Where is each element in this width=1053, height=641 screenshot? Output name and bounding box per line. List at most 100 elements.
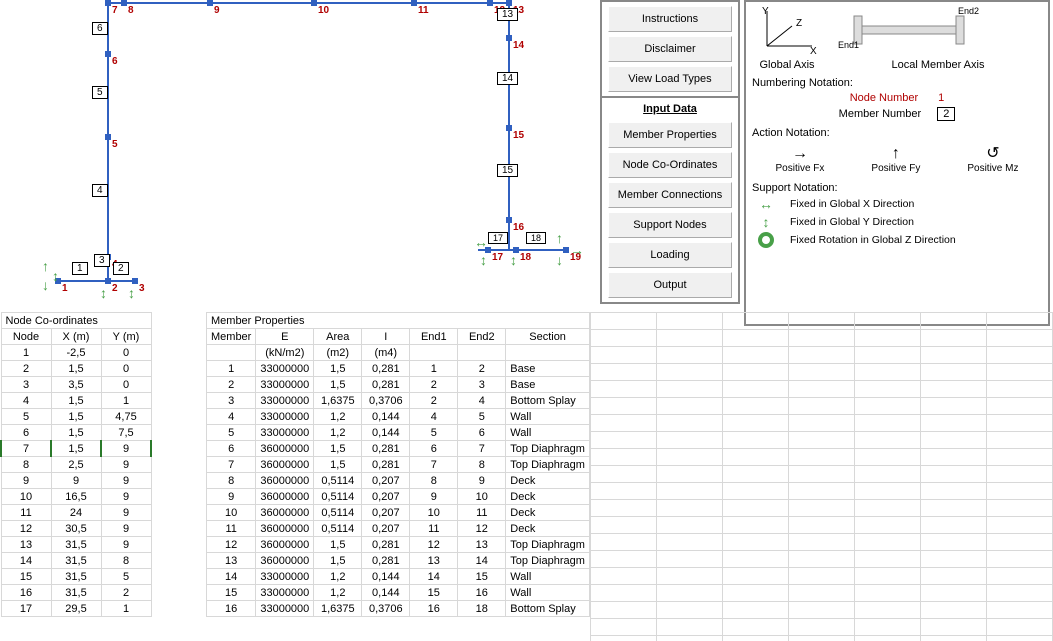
col-header: Node: [1, 329, 51, 345]
support-icon: ↓: [556, 252, 563, 268]
support-icon: ↑: [42, 258, 49, 274]
diagram-node: [207, 0, 213, 6]
diagram-node-label: 16: [513, 222, 524, 233]
table-row[interactable]: 1016,59: [1, 489, 151, 505]
table-row[interactable]: 1331,59: [1, 537, 151, 553]
table-row[interactable]: 13360000001,50,2811314Top Diaphragm: [207, 553, 590, 569]
table-row[interactable]: 999: [1, 473, 151, 489]
fixed-x-icon: ↔: [752, 196, 780, 212]
col-subheader: (kN/m2): [256, 345, 314, 361]
positive-fy-icon: ↑ Positive Fy: [871, 145, 920, 174]
table-row[interactable]: 11360000000,51140,2071112Deck: [207, 521, 590, 537]
diagram-member-label: 4: [92, 184, 108, 197]
diagram-member-label: 1: [72, 262, 88, 275]
table-row[interactable]: 21,50: [1, 361, 151, 377]
table-row[interactable]: 51,54,75: [1, 409, 151, 425]
diagram-node: [506, 0, 512, 6]
support-icon: ↑: [556, 230, 563, 246]
fixed-x-label: Fixed in Global X Direction: [790, 198, 914, 210]
table-row[interactable]: 4330000001,20,14445Wall: [207, 409, 590, 425]
diagram-member-label: 3: [94, 254, 110, 267]
node-table-title: Node Co-ordinates: [1, 313, 151, 329]
table-row[interactable]: 1531,55: [1, 569, 151, 585]
col-header: End1: [410, 329, 458, 345]
table-row[interactable]: 6360000001,50,28167Top Diaphragm: [207, 441, 590, 457]
diagram-node-label: 1: [62, 283, 68, 294]
member-table-title: Member Properties: [207, 313, 590, 329]
col-subheader: [506, 345, 590, 361]
table-row[interactable]: 1631,52: [1, 585, 151, 601]
member-properties-table[interactable]: Member Properties MemberEAreaIEnd1End2Se…: [206, 312, 590, 617]
instructions-button[interactable]: Instructions: [608, 6, 732, 32]
action-notation-label: Action Notation:: [752, 127, 1042, 139]
support-icon: ↔: [474, 234, 488, 250]
diagram-node-label: 9: [214, 5, 220, 16]
diagram-node: [311, 0, 317, 6]
support-icon: ↕: [480, 252, 487, 268]
global-axis-icon: Y Z X: [752, 6, 822, 56]
table-row[interactable]: 1431,58: [1, 553, 151, 569]
diagram-node-label: 14: [513, 40, 524, 51]
node-coordinates-button[interactable]: Node Co-Ordinates: [608, 152, 732, 178]
diagram-member-label: 6: [92, 22, 108, 35]
table-row[interactable]: 5330000001,20,14456Wall: [207, 425, 590, 441]
positive-mz-icon: ↺ Positive Mz: [967, 143, 1018, 174]
spreadsheet-grid[interactable]: [590, 312, 1053, 641]
node-number-label: Node Number: [850, 92, 918, 104]
diagram-node: [506, 217, 512, 223]
svg-text:Y: Y: [762, 6, 769, 17]
diagram-node-label: 11: [418, 5, 429, 16]
diagram-node: [121, 0, 127, 6]
support-icon: ↕: [100, 285, 107, 301]
support-icon: ↓: [42, 277, 49, 293]
col-subheader: (m4): [362, 345, 410, 361]
table-row[interactable]: 1-2,50: [1, 345, 151, 361]
table-row[interactable]: 71,59: [1, 441, 151, 457]
loading-button[interactable]: Loading: [608, 242, 732, 268]
member-connections-button[interactable]: Member Connections: [608, 182, 732, 208]
col-header: I: [362, 329, 410, 345]
diagram-member-label: 18: [526, 232, 546, 244]
diagram-member-label: 13: [497, 8, 518, 21]
node-coordinates-table[interactable]: Node Co-ordinates NodeX (m)Y (m) 1-2,502…: [0, 312, 152, 617]
table-row[interactable]: 12360000001,50,2811213Top Diaphragm: [207, 537, 590, 553]
table-row[interactable]: 14330000001,20,1441415Wall: [207, 569, 590, 585]
member-properties-button[interactable]: Member Properties: [608, 122, 732, 148]
output-button[interactable]: Output: [608, 272, 732, 298]
diagram-node: [487, 0, 493, 6]
table-row[interactable]: 33,50: [1, 377, 151, 393]
support-notation-label: Support Notation:: [752, 182, 1042, 194]
table-row[interactable]: 11249: [1, 505, 151, 521]
table-row[interactable]: 61,57,5: [1, 425, 151, 441]
diagram-member-label: 5: [92, 86, 108, 99]
diagram-node: [105, 134, 111, 140]
table-row[interactable]: 10360000000,51140,2071011Deck: [207, 505, 590, 521]
table-row[interactable]: 1330000001,50,28112Base: [207, 361, 590, 377]
diagram-node: [506, 125, 512, 131]
table-row[interactable]: 3330000001,63750,370624Bottom Splay: [207, 393, 590, 409]
col-subheader: [207, 345, 256, 361]
table-row[interactable]: 41,51: [1, 393, 151, 409]
svg-text:End1: End1: [838, 40, 859, 50]
table-row[interactable]: 7360000001,50,28178Top Diaphragm: [207, 457, 590, 473]
table-row[interactable]: 9360000000,51140,207910Deck: [207, 489, 590, 505]
table-row[interactable]: 1729,51: [1, 601, 151, 617]
table-row[interactable]: 15330000001,20,1441516Wall: [207, 585, 590, 601]
member-number-value: 2: [937, 107, 955, 121]
disclaimer-button[interactable]: Disclaimer: [608, 36, 732, 62]
table-row[interactable]: 2330000001,50,28123Base: [207, 377, 590, 393]
col-subheader: [410, 345, 458, 361]
positive-fx-icon: → Positive Fx: [776, 145, 825, 174]
numbering-notation-label: Numbering Notation:: [752, 77, 1042, 89]
table-row[interactable]: 8360000000,51140,20789Deck: [207, 473, 590, 489]
support-nodes-button[interactable]: Support Nodes: [608, 212, 732, 238]
table-row[interactable]: 16330000001,63750,37061618Bottom Splay: [207, 601, 590, 617]
table-row[interactable]: 82,59: [1, 457, 151, 473]
table-row[interactable]: 1230,59: [1, 521, 151, 537]
svg-text:End2: End2: [958, 6, 979, 16]
col-header: Section: [506, 329, 590, 345]
col-header: End2: [458, 329, 506, 345]
support-icon: ↕: [128, 285, 135, 301]
diagram-node: [132, 278, 138, 284]
view-load-types-button[interactable]: View Load Types: [608, 66, 732, 92]
